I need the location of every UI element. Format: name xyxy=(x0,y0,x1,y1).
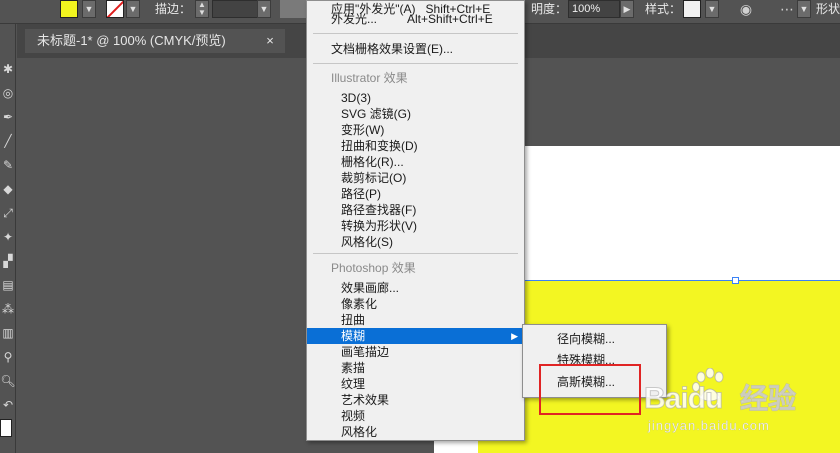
swap-colors-icon[interactable]: ↶ xyxy=(0,396,16,414)
scale-tool-icon[interactable]: ⤢ xyxy=(0,204,16,222)
menu-item-convert-to-shape[interactable]: 转换为形状(V) xyxy=(307,218,524,234)
tools-panel: ✱ ◎ ✒ ╱ ✎ ◆ ⤢ ✦ ▞ ▤ ⁂ ▥ ⚲ 🔍︎ ↶ xyxy=(0,24,16,453)
menu-header-illustrator: Illustrator 效果 xyxy=(331,71,408,85)
menu-item-brush-strokes[interactable]: 画笔描边 xyxy=(307,344,524,360)
recolor-artwork-icon[interactable]: ◉ xyxy=(737,0,755,18)
line-tool-icon[interactable]: ╱ xyxy=(0,132,16,150)
shape-label: 形状 xyxy=(816,2,840,16)
menu-item-rasterize[interactable]: 栅格化(R)... xyxy=(307,154,524,170)
menu-item-sketch[interactable]: 素描 xyxy=(307,360,524,376)
menu-item-pathfinder[interactable]: 路径查找器(F) xyxy=(307,202,524,218)
paintbrush-tool-icon[interactable]: ✎ xyxy=(0,156,16,174)
graphic-style-dropdown[interactable]: ▼ xyxy=(705,0,719,18)
menu-item-video[interactable]: 视频 xyxy=(307,408,524,424)
watermark-logo: Baidu xyxy=(643,382,723,416)
variable-width-profile[interactable] xyxy=(280,0,308,18)
lasso-tool-icon[interactable]: ◎ xyxy=(0,84,16,102)
stroke-dropdown-arrow[interactable]: ▼ xyxy=(126,0,140,18)
menu-item-blur[interactable]: 模糊 ▶ xyxy=(307,328,524,344)
fill-dropdown-arrow[interactable]: ▼ xyxy=(82,0,96,18)
pen-tool-icon[interactable]: ✒ xyxy=(0,108,16,126)
menu-item-distort[interactable]: 扭曲 xyxy=(307,312,524,328)
menu-separator xyxy=(313,253,518,254)
watermark-cn: 经验 xyxy=(739,383,797,415)
selection-handle[interactable] xyxy=(732,277,739,284)
highlight-annotation xyxy=(539,364,641,415)
menu-item-crop-marks[interactable]: 裁剪标记(O) xyxy=(307,170,524,186)
puppet-warp-tool-icon[interactable]: ✦ xyxy=(0,228,16,246)
gradient-tool-icon[interactable]: ▤ xyxy=(0,276,16,294)
menu-item-artistic[interactable]: 艺术效果 xyxy=(307,392,524,408)
menu-item-path[interactable]: 路径(P) xyxy=(307,186,524,202)
stroke-weight-field[interactable] xyxy=(212,0,258,18)
watermark-url: jingyan.baidu.com xyxy=(648,418,770,433)
menu-item-warp[interactable]: 变形(W) xyxy=(307,122,524,138)
zoom-tool-icon[interactable]: 🔍︎ xyxy=(0,372,16,390)
graphic-style-swatch[interactable] xyxy=(683,0,701,18)
align-grid-icon[interactable]: ⋯ xyxy=(778,0,796,18)
style-label: 样式： xyxy=(645,2,682,16)
opacity-field[interactable]: 100% xyxy=(568,0,620,18)
opacity-dropdown[interactable]: ▶ xyxy=(620,0,634,18)
opacity-label: 明度： xyxy=(531,2,568,16)
menu-header-photoshop: Photoshop 效果 xyxy=(331,261,416,275)
stroke-label: 描边： xyxy=(155,2,192,16)
watermark: Baidu 经验 jingyan.baidu.com xyxy=(643,368,840,438)
menu-item-effect-gallery[interactable]: 效果画廊... xyxy=(307,280,524,296)
align-dropdown[interactable]: ▼ xyxy=(797,0,811,18)
menu-item-distort-transform[interactable]: 扭曲和变换(D) xyxy=(307,138,524,154)
stroke-weight-dropdown[interactable]: ▼ xyxy=(257,0,271,18)
menu-item-document-raster-settings[interactable]: 文档栅格效果设置(E)... xyxy=(307,41,524,57)
magic-wand-tool-icon[interactable]: ✱ xyxy=(0,60,16,78)
close-tab-icon[interactable]: × xyxy=(263,29,277,53)
menu-item-texture[interactable]: 纹理 xyxy=(307,376,524,392)
eyedropper-tool-icon[interactable]: ⚲ xyxy=(0,348,16,366)
fill-swatch[interactable] xyxy=(60,0,78,18)
menu-separator xyxy=(313,33,518,34)
submenu-arrow-icon: ▶ xyxy=(511,331,518,341)
column-graph-tool-icon[interactable]: ▥ xyxy=(0,324,16,342)
menu-item-svg-filters[interactable]: SVG 滤镜(G) xyxy=(307,106,524,122)
document-tab[interactable]: 未标题-1* @ 100% (CMYK/预览) xyxy=(25,29,285,53)
symbol-sprayer-tool-icon[interactable]: ⁂ xyxy=(0,300,16,318)
stroke-weight-spinner[interactable]: ▲ ▼ xyxy=(195,0,209,18)
submenu-item-radial-blur[interactable]: 径向模糊... xyxy=(523,330,666,348)
effect-menu: 应用"外发光"(A) Shift+Ctrl+E 外发光... Alt+Shift… xyxy=(306,0,525,441)
menu-item-3d[interactable]: 3D(3) xyxy=(307,90,524,106)
selection-bounding-edge xyxy=(478,280,840,281)
stroke-swatch[interactable] xyxy=(106,0,124,18)
menu-separator xyxy=(313,63,518,64)
eraser-tool-icon[interactable]: ◆ xyxy=(0,180,16,198)
menu-item-outer-glow[interactable]: 外发光... Alt+Shift+Ctrl+E xyxy=(307,11,524,27)
menu-item-stylize-ps[interactable]: 风格化 xyxy=(307,424,524,440)
shape-builder-tool-icon[interactable]: ▞ xyxy=(0,252,16,270)
menu-item-pixelate[interactable]: 像素化 xyxy=(307,296,524,312)
stroke-color-swatch[interactable] xyxy=(0,419,12,437)
menu-item-stylize-ai[interactable]: 风格化(S) xyxy=(307,234,524,250)
